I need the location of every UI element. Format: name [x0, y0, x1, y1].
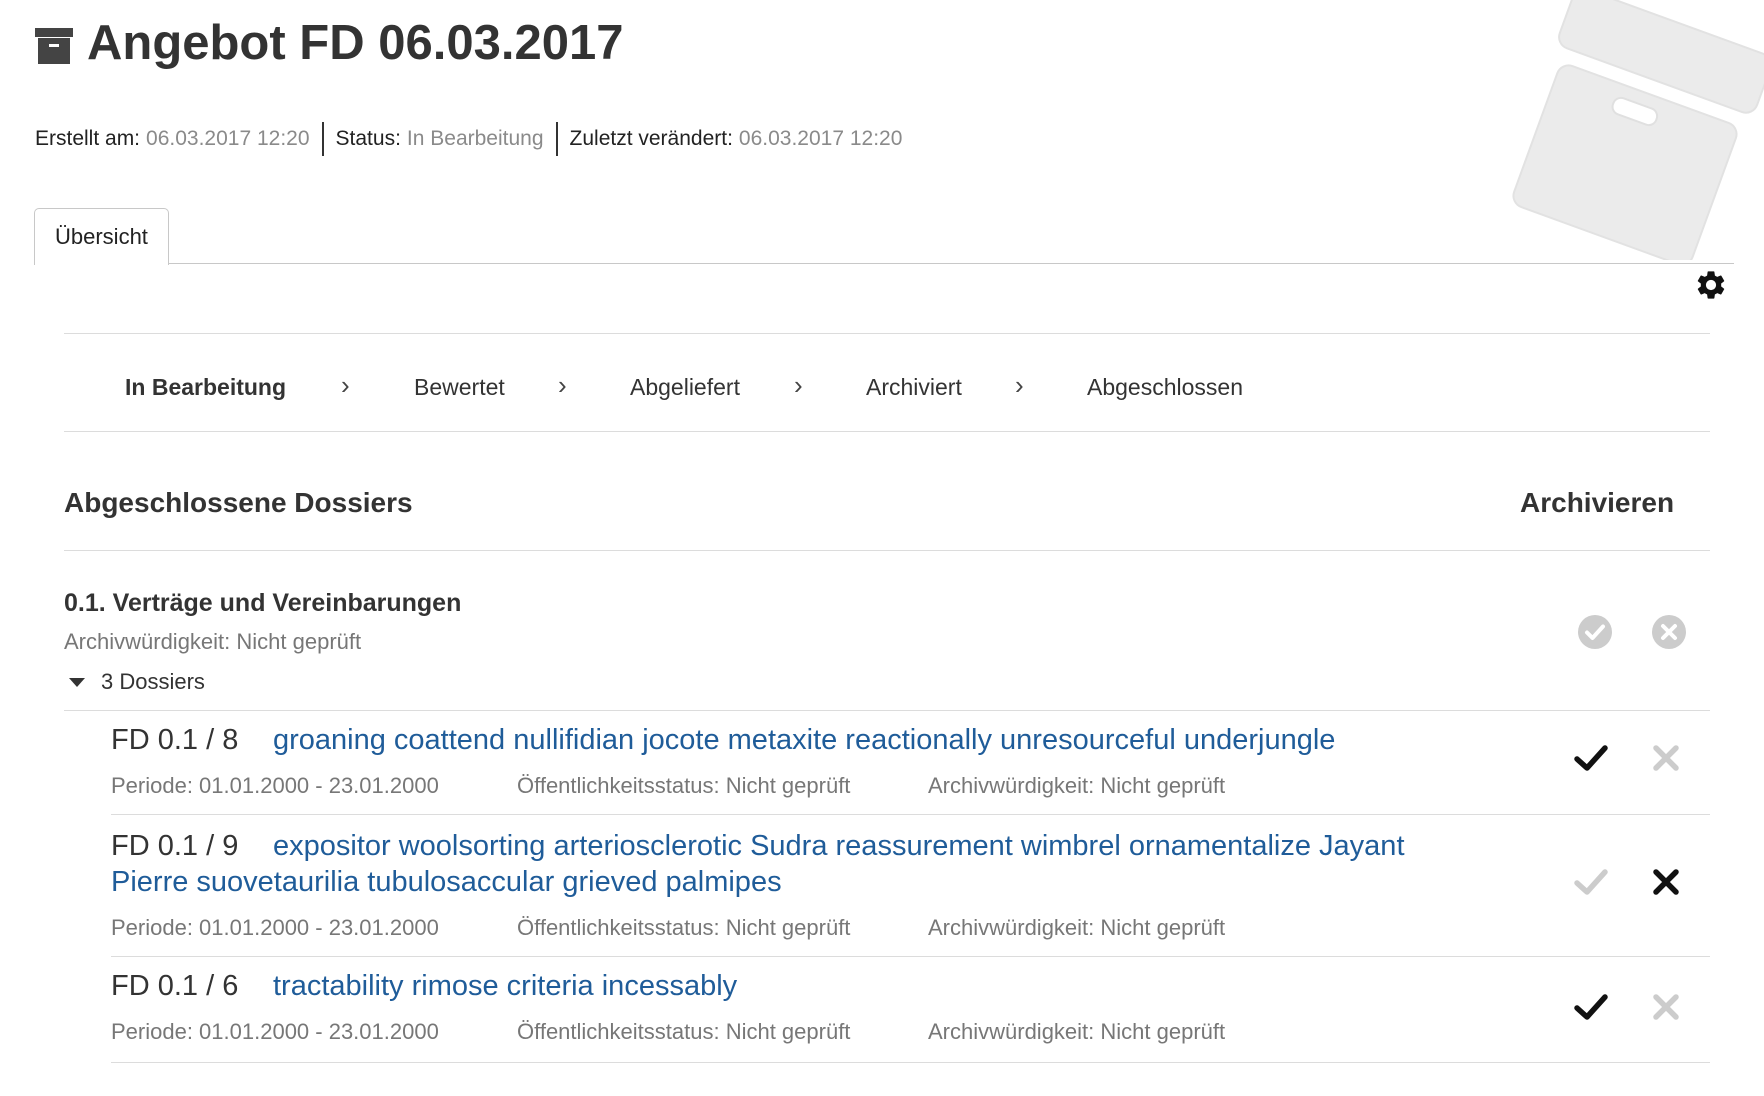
divider — [64, 333, 1710, 334]
workflow-arrow: › — [794, 370, 803, 400]
workflow-step-abgeliefert: Abgeliefert — [630, 374, 740, 400]
caret-down-icon — [69, 677, 85, 687]
group-subtitle: Archivwürdigkeit: Nicht geprüft — [64, 629, 362, 654]
dossier-ref: FD 0.1 / 8 — [111, 724, 239, 756]
dossiers-toggle-label: 3 Dossiers — [101, 669, 205, 694]
dossier-archival: Archivwürdigkeit: Nicht geprüft — [928, 773, 1226, 798]
x-icon[interactable] — [1649, 865, 1683, 899]
x-icon[interactable] — [1649, 990, 1683, 1024]
dossier-public-status: Öffentlichkeitsstatus: Nicht geprüft — [517, 1019, 851, 1044]
dossier-title-link-continued[interactable]: Pierre suovetaurilia tubulosaccular grie… — [111, 864, 782, 900]
dossier-public-status: Öffentlichkeitsstatus: Nicht geprüft — [517, 773, 851, 798]
dossier-archival: Archivwürdigkeit: Nicht geprüft — [928, 1019, 1226, 1044]
workflow-step-in-bearbeitung: In Bearbeitung — [125, 374, 287, 400]
dossiers-toggle[interactable]: 3 Dossiers — [64, 666, 205, 698]
status-label: Status: — [335, 127, 401, 150]
divider — [111, 814, 1710, 815]
modified-label: Zuletzt verändert: — [569, 127, 733, 150]
meta-bar: Erstellt am: 06.03.2017 12:20 Status: In… — [35, 122, 902, 156]
workflow-arrow: › — [558, 370, 567, 400]
workflow-arrow: › — [1015, 370, 1024, 400]
meta-divider — [555, 122, 558, 156]
checkmark-icon[interactable] — [1574, 990, 1608, 1024]
group-title: 0.1. Verträge und Vereinbarungen — [64, 589, 462, 617]
workflow-step-bewertet: Bewertet — [414, 374, 505, 400]
workflow-step-abgeschlossen: Abgeschlossen — [1087, 374, 1243, 400]
checkmark-icon[interactable] — [1574, 741, 1608, 775]
divider — [64, 431, 1710, 432]
gear-icon[interactable] — [1694, 268, 1728, 302]
dossier-archival: Archivwürdigkeit: Nicht geprüft — [928, 915, 1226, 940]
dossier-ref: FD 0.1 / 9 — [111, 830, 239, 862]
divider — [111, 956, 1710, 957]
divider — [111, 1062, 1710, 1063]
dossier-period: Periode: 01.01.2000 - 23.01.2000 — [111, 773, 439, 798]
archive-column-heading: Archivieren — [1520, 487, 1675, 518]
dossier-title-link[interactable]: groaning coattend nullifidian jocote met… — [273, 722, 1335, 758]
group-discard-all-icon[interactable] — [1651, 614, 1687, 650]
created-value: 06.03.2017 12:20 — [146, 127, 310, 150]
checkmark-icon[interactable] — [1574, 865, 1608, 899]
dossier-title-link[interactable]: tractability rimose criteria incessably — [273, 968, 737, 1004]
dossier-title-link[interactable]: expositor woolsorting arteriosclerotic S… — [273, 828, 1405, 864]
workflow-arrow: › — [341, 370, 350, 400]
archive-box-icon — [35, 28, 73, 64]
dossier-ref: FD 0.1 / 6 — [111, 970, 239, 1002]
section-title: Abgeschlossene Dossiers — [64, 487, 413, 518]
status-value: In Bearbeitung — [406, 127, 544, 150]
archive-box-illustration — [1512, 0, 1764, 260]
meta-divider — [321, 122, 324, 156]
page-title: Angebot FD 06.03.2017 — [87, 16, 624, 70]
created-label: Erstellt am: — [35, 127, 141, 150]
workflow-step-archiviert: Archiviert — [866, 374, 962, 400]
divider — [64, 710, 1710, 711]
dossier-public-status: Öffentlichkeitsstatus: Nicht geprüft — [517, 915, 851, 940]
dossier-period: Periode: 01.01.2000 - 23.01.2000 — [111, 1019, 439, 1044]
dossier-period: Periode: 01.01.2000 - 23.01.2000 — [111, 915, 439, 940]
tab-divider — [34, 263, 1734, 264]
group-archive-all-icon[interactable] — [1577, 614, 1613, 650]
x-icon[interactable] — [1649, 741, 1683, 775]
modified-value: 06.03.2017 12:20 — [738, 127, 903, 150]
tab-uebersicht[interactable]: Übersicht — [34, 208, 169, 265]
divider — [64, 550, 1710, 551]
